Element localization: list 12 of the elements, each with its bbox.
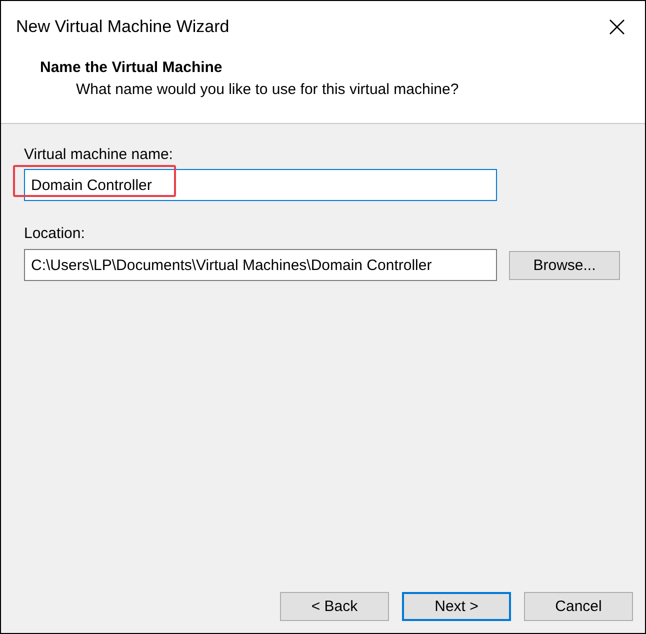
window-title: New Virtual Machine Wizard [16, 17, 230, 37]
close-icon[interactable] [609, 19, 625, 35]
wizard-button[interactable]: < Back [280, 592, 389, 621]
location-input-field[interactable]: C:\Users\LP\Documents\Virtual Machines\Domain Controller [24, 249, 497, 281]
wizard-button[interactable]: Cancel [524, 592, 633, 621]
wizard-button[interactable]: Next > [402, 592, 511, 621]
page-heading: Name the Virtual Machine [40, 59, 224, 76]
page-subtitle: What name would you like to use for this virtual machine? [76, 81, 460, 98]
name-input-field[interactable]: Domain Controller [24, 169, 497, 201]
field-label: Location: [24, 225, 86, 242]
browse-button[interactable]: Browse... [509, 250, 620, 280]
field-label: Virtual machine name: [24, 146, 174, 163]
